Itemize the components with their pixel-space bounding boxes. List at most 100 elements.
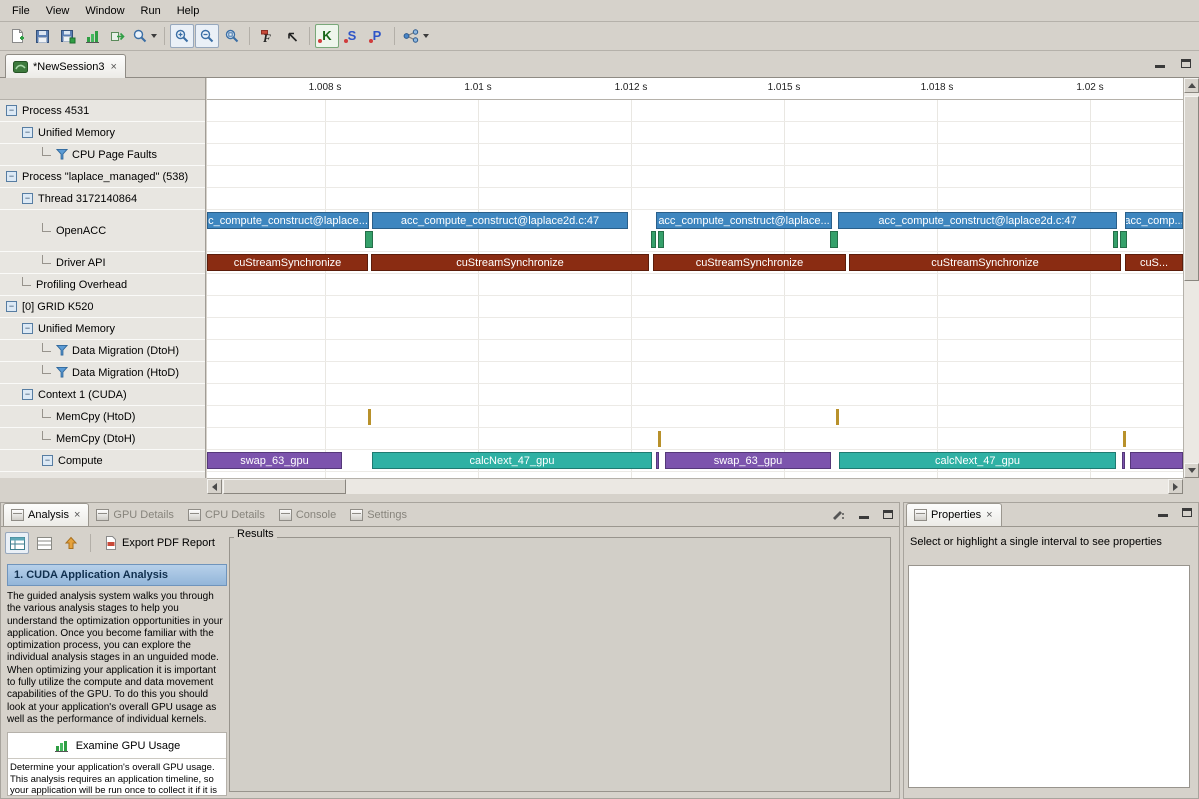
save-as-button[interactable] bbox=[55, 24, 79, 48]
maximize-icon[interactable] bbox=[883, 510, 893, 519]
tree-row-cpu-page-faults-2[interactable]: CPU Page Faults bbox=[0, 144, 205, 166]
interval-wait[interactable] bbox=[658, 231, 664, 248]
menu-run[interactable]: Run bbox=[133, 2, 169, 20]
view-menu-icon[interactable] bbox=[831, 508, 845, 520]
collapse-expander-icon[interactable]: − bbox=[22, 323, 33, 334]
examine-gpu-usage-button[interactable]: Examine GPU Usage bbox=[8, 733, 226, 759]
timeline-row-data-migration-dtoh-10[interactable] bbox=[207, 340, 1183, 362]
timeline-row-driver-api-6[interactable]: cuStreamSynchronizecuStreamSynchronizecu… bbox=[207, 252, 1183, 274]
timeline-row-context-1-cuda-12[interactable] bbox=[207, 384, 1183, 406]
close-icon[interactable]: × bbox=[985, 509, 993, 521]
interval-memcpy[interactable] bbox=[1123, 431, 1126, 447]
collapse-expander-icon[interactable]: − bbox=[22, 193, 33, 204]
new-session-button[interactable] bbox=[5, 24, 29, 48]
interval-wait[interactable] bbox=[1120, 231, 1127, 248]
interval-custreamsynchronize[interactable]: cuStreamSynchronize bbox=[371, 254, 649, 271]
interval-swap-63-gpu[interactable]: swap_63_gpu bbox=[207, 452, 342, 469]
interval-swap-63-gpu[interactable]: swap_63_gpu bbox=[665, 452, 831, 469]
timeline-horizontal-scrollbar[interactable] bbox=[207, 478, 1183, 494]
zoom-fit-button[interactable] bbox=[220, 24, 244, 48]
tree-row-thread-3172140864-4[interactable]: −Thread 3172140864 bbox=[0, 188, 205, 210]
interval-memcpy[interactable] bbox=[368, 409, 371, 425]
find-button[interactable] bbox=[130, 24, 159, 48]
interval-acc-comp[interactable]: acc_comp... bbox=[1125, 212, 1183, 229]
collapse-expander-icon[interactable]: − bbox=[6, 105, 17, 116]
tab-console[interactable]: Console bbox=[272, 503, 343, 526]
tab-properties[interactable]: Properties × bbox=[906, 503, 1002, 526]
collapse-expander-icon[interactable]: − bbox=[22, 389, 33, 400]
timeline-row-memcpy-htod-13[interactable] bbox=[207, 406, 1183, 428]
source-view-toggle[interactable]: S bbox=[340, 24, 364, 48]
tab-analysis[interactable]: Analysis× bbox=[3, 503, 89, 526]
collapse-expander-icon[interactable]: − bbox=[6, 171, 17, 182]
tree-row-openacc-5[interactable]: OpenACC bbox=[0, 210, 205, 252]
menu-help[interactable]: Help bbox=[169, 2, 208, 20]
tree-row-0-grid-k520-8[interactable]: −[0] GRID K520 bbox=[0, 296, 205, 318]
promote-analysis-button[interactable] bbox=[59, 532, 83, 554]
interval-wait[interactable] bbox=[830, 231, 838, 248]
collapse-expander-icon[interactable]: − bbox=[42, 455, 53, 466]
tree-row-context-1-cuda-12[interactable]: −Context 1 (CUDA) bbox=[0, 384, 205, 406]
interval-calcnext-47-gpu[interactable]: calcNext_47_gpu bbox=[839, 452, 1116, 469]
unguided-analysis-toggle[interactable] bbox=[32, 532, 56, 554]
interval-wait[interactable] bbox=[651, 231, 656, 248]
export-button[interactable] bbox=[105, 24, 129, 48]
interval-memcpy[interactable] bbox=[836, 409, 839, 425]
interval-custreamsynchronize[interactable]: cuStreamSynchronize bbox=[653, 254, 846, 271]
timeline-vertical-scrollbar[interactable] bbox=[1183, 78, 1199, 478]
interval-custreamsynchronize[interactable]: cuStreamSynchronize bbox=[207, 254, 368, 271]
menu-view[interactable]: View bbox=[38, 2, 78, 20]
save-button[interactable] bbox=[30, 24, 54, 48]
minimize-icon[interactable] bbox=[859, 510, 869, 519]
interval-cus[interactable]: cuS... bbox=[1125, 254, 1183, 271]
tree-row-process-4531-0[interactable]: −Process 4531 bbox=[0, 100, 205, 122]
tree-row-data-migration-dtoh-10[interactable]: Data Migration (DtoH) bbox=[0, 340, 205, 362]
timeline-row-data-migration-htod-11[interactable] bbox=[207, 362, 1183, 384]
tree-row-unified-memory-9[interactable]: −Unified Memory bbox=[0, 318, 205, 340]
interval-acc-compute-construct-laplace2d-c-47[interactable]: acc_compute_construct@laplace2d.c:47 bbox=[838, 212, 1117, 229]
tab-cpu-details[interactable]: CPU Details bbox=[181, 503, 272, 526]
interval-swap[interactable] bbox=[1130, 452, 1183, 469]
vertical-scroll-thumb[interactable] bbox=[1184, 96, 1199, 281]
minimize-icon[interactable] bbox=[1155, 59, 1165, 68]
scroll-down-button[interactable] bbox=[1184, 463, 1199, 478]
maximize-icon[interactable] bbox=[1181, 59, 1191, 68]
export-pdf-button[interactable]: Export PDF Report bbox=[98, 532, 221, 554]
horizontal-scroll-thumb[interactable] bbox=[223, 479, 346, 494]
interval-memcpy[interactable] bbox=[658, 431, 661, 447]
interval-acc-compute-construct-laplace2d-c-47[interactable]: acc_compute_construct@laplace2d.c:47 bbox=[372, 212, 628, 229]
interval-swap[interactable] bbox=[656, 452, 659, 469]
close-icon[interactable]: × bbox=[73, 509, 81, 521]
timeline-row-profiling-overhead-7[interactable] bbox=[207, 274, 1183, 296]
run-analysis-button[interactable] bbox=[400, 24, 431, 48]
timeline-row-memcpy-dtoh-14[interactable] bbox=[207, 428, 1183, 450]
interval-acc-compute-construct-laplace[interactable]: acc_compute_construct@laplace... bbox=[656, 212, 832, 229]
tree-row-process-laplace-managed-538-3[interactable]: −Process "laplace_managed" (538) bbox=[0, 166, 205, 188]
tree-row-compute-15[interactable]: −Compute bbox=[0, 450, 205, 472]
timeline-row-unified-memory-9[interactable] bbox=[207, 318, 1183, 340]
zoom-out-button[interactable] bbox=[195, 24, 219, 48]
timeline-row-unified-memory-1[interactable] bbox=[207, 122, 1183, 144]
zoom-in-button[interactable] bbox=[170, 24, 194, 48]
tree-row-unified-memory-1[interactable]: −Unified Memory bbox=[0, 122, 205, 144]
go-to-source-button[interactable] bbox=[280, 24, 304, 48]
tree-row-profiling-overhead-7[interactable]: Profiling Overhead bbox=[0, 274, 205, 296]
timeline-row-process-laplace-managed-538-3[interactable] bbox=[207, 166, 1183, 188]
session-tab[interactable]: *NewSession3 × bbox=[5, 54, 126, 78]
tree-row-memcpy-dtoh-14[interactable]: MemCpy (DtoH) bbox=[0, 428, 205, 450]
tree-row-driver-api-6[interactable]: Driver API bbox=[0, 252, 205, 274]
report-button[interactable] bbox=[80, 24, 104, 48]
pc-sampling-toggle[interactable]: P bbox=[365, 24, 389, 48]
collapse-expander-icon[interactable]: − bbox=[22, 127, 33, 138]
kernel-timeline-toggle[interactable]: K bbox=[315, 24, 339, 48]
scroll-up-button[interactable] bbox=[1184, 78, 1199, 93]
flag-marker-button[interactable]: F bbox=[255, 24, 279, 48]
interval-wait[interactable] bbox=[365, 231, 373, 248]
interval-c-compute-construct-laplace[interactable]: c_compute_construct@laplace... bbox=[207, 212, 369, 229]
tab-gpu-details[interactable]: GPU Details bbox=[89, 503, 181, 526]
menu-file[interactable]: File bbox=[4, 2, 38, 20]
timeline-row-thread-3172140864-4[interactable] bbox=[207, 188, 1183, 210]
timeline-row-cpu-page-faults-2[interactable] bbox=[207, 144, 1183, 166]
interval-custreamsynchronize[interactable]: cuStreamSynchronize bbox=[849, 254, 1121, 271]
interval-calcnext-47-gpu[interactable]: calcNext_47_gpu bbox=[372, 452, 652, 469]
